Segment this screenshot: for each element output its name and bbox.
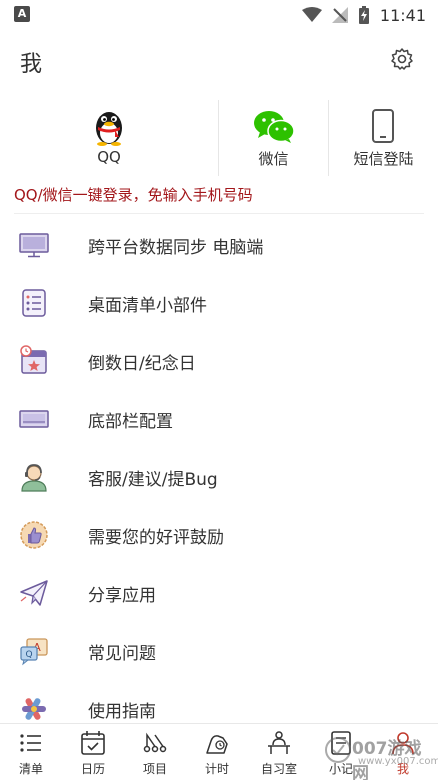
- gear-icon[interactable]: [390, 47, 414, 71]
- divider: [14, 213, 424, 214]
- menu-label: 使用指南: [88, 702, 156, 722]
- login-options: QQ 微信 短信登陆: [0, 100, 438, 176]
- tab-project[interactable]: 项目: [124, 724, 186, 780]
- menu-label: 倒数日/纪念日: [88, 354, 196, 374]
- svg-text:Q: Q: [25, 650, 32, 660]
- monitor-icon: [19, 233, 49, 258]
- header: 我: [0, 30, 438, 88]
- menu-item-faq[interactable]: A Q 常见问题: [0, 622, 438, 680]
- no-signal-icon: [331, 7, 348, 23]
- menu-label: 常见问题: [88, 644, 156, 664]
- study-room-icon: [268, 731, 290, 754]
- notification-app-icon: A: [14, 6, 30, 22]
- support-agent-icon: [21, 464, 47, 492]
- battery-charging-icon: [358, 6, 369, 24]
- phone-icon: [372, 109, 394, 143]
- tab-label: 自习室: [260, 762, 297, 776]
- paper-plane-icon: [20, 580, 48, 606]
- watermark: 007游戏网 www.yx007.com: [322, 728, 438, 780]
- thumbs-up-icon: [20, 521, 48, 549]
- menu-label: 桌面清单小部件: [88, 296, 207, 316]
- menu-item-countdown[interactable]: 倒数日/纪念日: [0, 332, 438, 390]
- timer-icon: [206, 735, 228, 754]
- tab-study-room[interactable]: 自习室: [248, 724, 310, 780]
- list-icon: [20, 734, 41, 752]
- tab-list[interactable]: 清单: [0, 724, 62, 780]
- status-bar: A 11:41: [0, 0, 438, 30]
- bottom-bar-icon: [19, 410, 49, 428]
- menu-label: 分享应用: [88, 586, 156, 606]
- page-title: 我: [20, 52, 43, 77]
- status-icons: 11:41: [301, 4, 426, 26]
- qq-penguin-icon: [96, 112, 122, 146]
- menu-item-widget[interactable]: 桌面清单小部件: [0, 274, 438, 332]
- wechat-icon: [254, 111, 295, 143]
- login-sms-button[interactable]: 短信登陆: [329, 100, 438, 176]
- menu-item-bottom-bar[interactable]: 底部栏配置: [0, 390, 438, 448]
- tab-label: 项目: [142, 762, 167, 776]
- tab-calendar[interactable]: 日历: [62, 724, 124, 780]
- menu-label: 客服/建议/提Bug: [88, 470, 218, 490]
- tab-label: 清单: [18, 762, 43, 776]
- login-qq-button[interactable]: QQ: [0, 100, 218, 176]
- menu-item-support[interactable]: 客服/建议/提Bug: [0, 448, 438, 506]
- menu-item-share[interactable]: 分享应用: [0, 564, 438, 622]
- tab-label: 日历: [80, 762, 105, 776]
- menu-item-sync[interactable]: 跨平台数据同步 电脑端: [0, 216, 438, 274]
- tab-timer[interactable]: 计时: [186, 724, 248, 780]
- login-hint: QQ/微信一键登录，免输入手机号码: [14, 186, 253, 204]
- menu-label: 跨平台数据同步 电脑端: [88, 238, 264, 258]
- login-wechat-label: 微信: [258, 150, 289, 168]
- calendar-icon: [81, 731, 105, 755]
- calendar-star-icon: [20, 345, 47, 374]
- project-icon: [143, 732, 167, 753]
- watermark-logo-icon: [325, 737, 351, 763]
- clock: 11:41: [379, 5, 426, 25]
- checklist-widget-icon: [22, 289, 46, 317]
- login-qq-label: QQ: [97, 148, 121, 166]
- menu-item-rate[interactable]: 需要您的好评鼓励: [0, 506, 438, 564]
- faq-icon: A Q: [20, 638, 48, 666]
- menu-label: 需要您的好评鼓励: [88, 528, 224, 548]
- login-wechat-button[interactable]: 微信: [219, 100, 328, 176]
- tab-label: 计时: [204, 762, 229, 776]
- login-sms-label: 短信登陆: [353, 150, 414, 168]
- menu-label: 底部栏配置: [88, 412, 173, 432]
- watermark-url: www.yx007.com: [358, 756, 438, 767]
- wifi-icon: [301, 7, 322, 22]
- guide-icon: [22, 698, 46, 720]
